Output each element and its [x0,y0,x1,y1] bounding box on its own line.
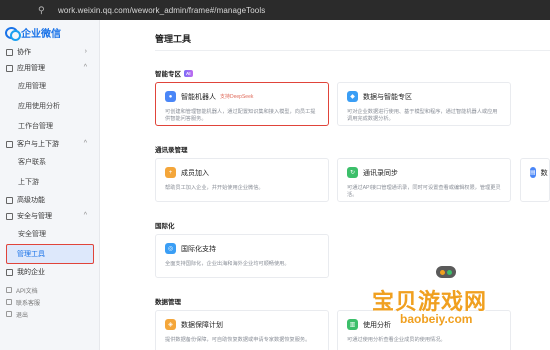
robot-icon: ● [165,91,176,102]
nav-group-8[interactable]: 高级功能 [0,192,99,208]
section-intl-title: 国际化 [155,223,175,230]
sidebar: 企业微信 协作 › 应用管理 ^ 应用管理应用使用分析 工作台管理客户与上下游 ^ 客户联系上… [0,20,100,350]
nav-group-icon [6,140,13,148]
logo-text: 企业微信 [21,28,61,40]
nav-item-label: 应用管理 [18,83,46,90]
card-protect-desc: 提供数据备份保障，可自助恢复数据或申请专家数据恢复服务。 [165,337,311,343]
nav-item-label: 安全管理 [18,231,46,238]
nav-item-label: 应用使用分析 [18,103,60,110]
card-join-title: 成员加入 [181,169,209,177]
nav-group-label: 高级功能 [17,197,45,204]
nav-item-2[interactable]: 应用管理 [0,76,99,96]
nav-group-label: 应用管理 [17,65,45,72]
logo[interactable]: 企业微信 [0,20,99,44]
section-data-title: 数据管理 [155,299,181,306]
nav-item-label: 客户联系 [18,159,46,166]
nav-group-label: 安全与管理 [17,213,52,220]
card-robot[interactable]: ● 智能机器人 支持DeepSeek 可创建和管理智能机器人，通过配置知识集和接… [155,82,329,126]
nav-group-icon [6,48,13,56]
card-protect[interactable]: ◈ 数据保障计划 提供数据备份保障，可自助恢复数据或申请专家数据恢复服务。 [155,310,329,350]
nav-item-label: 管理工具 [17,251,45,258]
footer-link-icon [6,299,12,305]
chevron-icon[interactable]: ^ [84,64,87,71]
footer-link-icon [6,311,12,317]
card-sync-title: 通讯录同步 [363,169,398,177]
footer-link-2[interactable]: 退出 [0,308,99,320]
section-smart: 智能专区 AI [155,68,193,78]
nav-item-11[interactable]: 管理工具 [6,244,94,264]
card-join[interactable]: + 成员加入 帮助员工加入企业，并开始使用企业微信。 [155,158,329,202]
footer-link-0[interactable]: API文档 [0,284,99,296]
section-data: 数据管理 [155,296,181,306]
card-data-smart-title: 数据与智能专区 [363,93,412,101]
section-intl: 国际化 [155,220,175,230]
chevron-icon[interactable]: › [85,48,87,55]
globe-icon: ◎ [165,243,176,254]
divider [155,50,550,51]
shield-icon: ◈ [165,319,176,330]
card-data-smart[interactable]: ◆ 数据与智能专区 可对企业数据进行使用、基于模型和程序，通过智能机器人或应用调… [337,82,511,126]
section-comm-title: 通讯录管理 [155,147,188,154]
section-smart-title: 智能专区 [155,71,181,78]
nav-item-7[interactable]: 上下游 [0,172,99,192]
nav-item-label: 工作台管理 [18,123,53,130]
ai-badge: AI [184,69,193,77]
page-title: 管理工具 [155,34,192,44]
nav-list: 协作 › 应用管理 ^ 应用管理应用使用分析 工作台管理客户与上下游 ^ 客户联系上下游高级功… [0,44,99,280]
nav-item-10[interactable]: 安全管理 [0,224,99,244]
footer-link-label: 联系客服 [16,300,41,307]
card-partial-title: 数 [540,169,548,177]
chart-icon: ▥ [347,319,358,330]
footer-link-label: API文档 [16,288,38,295]
card-data-smart-desc: 可对企业数据进行使用、基于模型和程序，通过智能机器人或应用调用完成数据分析。 [347,109,498,122]
card-robot-title: 智能机器人 [181,93,216,101]
nav-group-icon [6,268,13,276]
nav-group-label: 协作 [17,49,31,56]
card-sync[interactable]: ↻ 通讯录同步 可通过API接口管理通讯录，同时可设置查看或编辑权限，管理更灵活… [337,158,511,202]
nav-group-0[interactable]: 协作 › [0,44,99,60]
nav-group-1[interactable]: 应用管理 ^ [0,60,99,76]
card-i18n-title: 国际化支持 [181,245,216,253]
card-robot-desc: 可创建和管理智能机器人，通过配置知识集和接入模型，向员工提供智能问答服务。 [165,109,316,122]
nav-item-label: 上下游 [18,179,39,186]
nav-item-4[interactable]: 工作台管理 [0,116,99,136]
section-comm: 通讯录管理 [155,144,188,154]
nav-group-label: 客户与上下游 [17,141,59,148]
card-sync-desc: 可通过API接口管理通讯录，同时可设置查看或编辑权限，管理更灵活。 [347,185,501,198]
footer-link-1[interactable]: 联系客服 [0,296,99,308]
watermark: 宝贝游戏网 baobeiy.com [372,262,542,342]
footer-link-label: 退出 [16,312,29,319]
chevron-icon[interactable]: ^ [84,140,87,147]
nav-footer: API文档联系客服退出 [0,284,99,320]
card-partial[interactable]: ▤ 数 [520,158,550,202]
site-info-icon[interactable]: ⚲ [38,5,48,15]
chevron-icon[interactable]: ^ [84,212,87,219]
watermark-url: baobeiy.com [400,312,473,326]
card-join-desc: 帮助员工加入企业，并开始使用企业微信。 [165,185,264,191]
gamepad-icon [434,264,458,280]
nav-group-icon [6,64,13,72]
data-smart-icon: ◆ [347,91,358,102]
nav-group-icon [6,196,13,204]
sync-icon: ↻ [347,167,358,178]
address-bar[interactable]: work.weixin.qq.com/wework_admin/frame#/m… [58,6,265,15]
nav-group-icon [6,212,13,220]
deepseek-tag: 支持DeepSeek [220,94,254,100]
wecom-logo-icon [5,26,21,41]
partial-card-icon: ▤ [530,167,536,178]
nav-group-5[interactable]: 客户与上下游 ^ [0,136,99,152]
member-join-icon: + [165,167,176,178]
nav-group-12[interactable]: 我的企业 [0,264,99,280]
footer-link-icon [6,287,12,293]
nav-group-9[interactable]: 安全与管理 ^ [0,208,99,224]
browser-chrome: ⚲ work.weixin.qq.com/wework_admin/frame#… [0,0,550,20]
card-i18n[interactable]: ◎ 国际化支持 全面支持国际化，企业出海和海外企业均可顺畅使用。 [155,234,329,278]
card-i18n-desc: 全面支持国际化，企业出海和海外企业均可顺畅使用。 [165,261,290,267]
nav-item-6[interactable]: 客户联系 [0,152,99,172]
card-protect-title: 数据保障计划 [181,321,223,329]
nav-item-3[interactable]: 应用使用分析 [0,96,99,116]
nav-group-label: 我的企业 [17,269,45,276]
